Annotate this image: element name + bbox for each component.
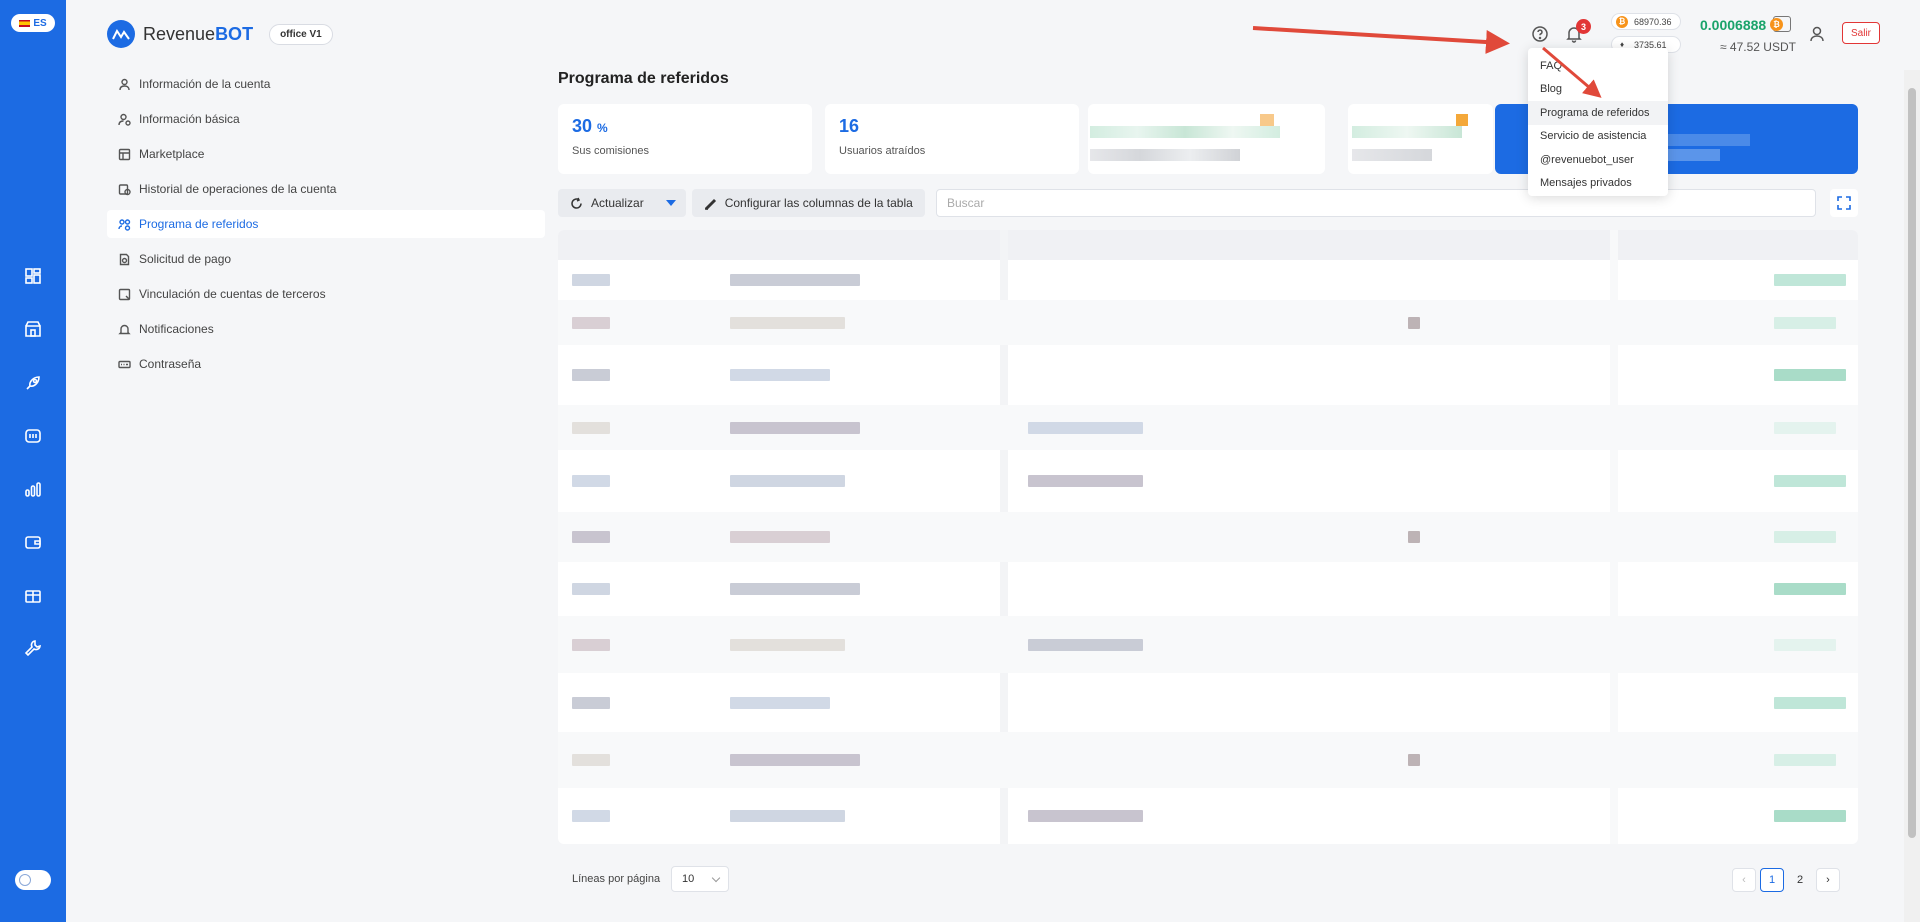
table-row [558,562,1858,616]
fullscreen-icon [1837,196,1851,210]
sidebar-item-marketplace[interactable]: Marketplace [107,140,545,168]
sidebar-item-password[interactable]: Contraseña [107,350,545,378]
profile-icon[interactable] [1806,23,1828,45]
table-row [558,732,1858,788]
scrollbar-thumb[interactable] [1908,88,1916,838]
rows-per-page-label: Líneas por página [572,873,661,885]
page-scrollbar[interactable] [1904,70,1920,922]
payment-request-icon [119,253,130,265]
table-toolbar: Actualizar Configurar las columnas de la… [558,189,925,217]
language-switcher[interactable]: ES [11,14,55,32]
history-icon [118,183,131,195]
referrals-table [558,230,1858,844]
menu-item-blog[interactable]: Blog [1528,78,1668,102]
columns-icon [704,198,716,210]
sidebar-item-basic-info[interactable]: Información básica [107,105,545,133]
blurred-card [1348,104,1493,174]
bell-icon [118,324,131,334]
wallet-icon[interactable] [22,531,44,553]
table-header [558,230,1858,260]
sidebar-item-link-accounts[interactable]: Vinculación de cuentas de terceros [107,280,545,308]
rows-per-page-select[interactable]: 10 [671,866,729,892]
language-code: ES [33,17,47,29]
table-row [558,788,1858,844]
table-row [558,616,1858,673]
help-dropdown-menu: FAQ Blog Programa de referidos Servicio … [1528,48,1668,196]
attracted-users-value: 16 [839,116,860,136]
table-row [558,300,1858,345]
table-row [558,673,1858,732]
refresh-button[interactable]: Actualizar [558,189,656,217]
refresh-split-button: Actualizar [558,189,686,217]
exit-button[interactable]: Salir [1842,22,1880,44]
caret-down-icon [665,200,676,206]
user-icon [119,78,130,90]
blurred-card [1088,104,1325,174]
logo[interactable]: RevenueBOT office V1 [107,20,333,48]
btc-coin-icon: ₿ [1616,15,1628,28]
table-row [558,512,1858,562]
btc-rate: ₿ 68970.36 [1611,13,1681,30]
notifications-count-badge: 3 [1576,19,1591,34]
chart-icon[interactable] [22,478,44,500]
commission-card: 30 % Sus comisiones [558,104,812,174]
attracted-users-label: Usuarios atraídos [839,145,926,157]
dashboard-icon[interactable] [22,265,44,287]
terminal-icon[interactable] [22,425,44,447]
page-2-button[interactable]: 2 [1788,868,1812,892]
menu-item-faq[interactable]: FAQ [1528,54,1668,78]
annotation-arrow-to-help [1252,26,1510,55]
fullscreen-button[interactable] [1830,189,1858,217]
link-accounts-icon [118,288,131,300]
attracted-users-card: 16 Usuarios atraídos [825,104,1079,174]
logo-icon [107,20,135,48]
table-row [558,345,1858,405]
rocket-icon[interactable] [22,372,44,394]
btc-wallet-icon[interactable]: ₿ [1770,16,1791,32]
logo-text: RevenueBOT [143,23,254,44]
refresh-dropdown-button[interactable] [655,189,686,217]
settings-sidebar: Información de la cuenta Información bás… [107,70,545,385]
page-1-button[interactable]: 1 [1760,868,1784,892]
menu-item-private-messages[interactable]: Mensajes privados [1528,172,1668,196]
sidebar-item-operations-history[interactable]: Historial de operaciones de la cuenta [107,175,545,203]
user-settings-icon [118,113,131,126]
sidebar-item-notifications[interactable]: Notificaciones [107,315,545,343]
gift-icon[interactable] [22,584,44,606]
referral-icon [118,218,131,231]
pagination: Líneas por página 10 ‹ 1 2 › [558,862,1858,906]
balance-usdt: ≈ 47.52 USDT [1720,40,1796,54]
table-row [558,405,1858,450]
sidebar-item-account-info[interactable]: Información de la cuenta [107,70,545,98]
menu-item-support[interactable]: Servicio de asistencia [1528,125,1668,149]
prev-page-button[interactable]: ‹ [1732,868,1756,892]
menu-item-referral-program[interactable]: Programa de referidos [1528,101,1668,125]
refresh-icon [571,197,582,209]
office-version-badge: office V1 [269,23,333,45]
marketplace-icon [118,148,131,160]
password-icon [118,360,131,368]
spain-flag-icon [19,19,31,27]
left-rail: ES [0,0,66,922]
help-icon[interactable] [1529,23,1551,45]
sun-icon [19,874,31,886]
theme-toggle[interactable] [15,870,51,890]
configure-columns-button[interactable]: Configurar las columnas de la tabla [691,189,925,217]
table-row [558,260,1858,300]
commission-value: 30 % [572,116,608,136]
balance-btc: 0.0006888 [1700,17,1767,33]
search-input[interactable] [936,189,1816,217]
table-row [558,450,1858,512]
menu-item-telegram-user[interactable]: @revenuebot_user [1528,148,1668,172]
wrench-icon[interactable] [22,637,44,659]
sidebar-item-referral-program[interactable]: Programa de referidos [107,210,545,238]
store-icon[interactable] [22,318,44,340]
commission-label: Sus comisiones [572,145,650,157]
page-title: Programa de referidos [558,70,729,87]
next-page-button[interactable]: › [1816,868,1840,892]
sidebar-item-payment-request[interactable]: Solicitud de pago [107,245,545,273]
